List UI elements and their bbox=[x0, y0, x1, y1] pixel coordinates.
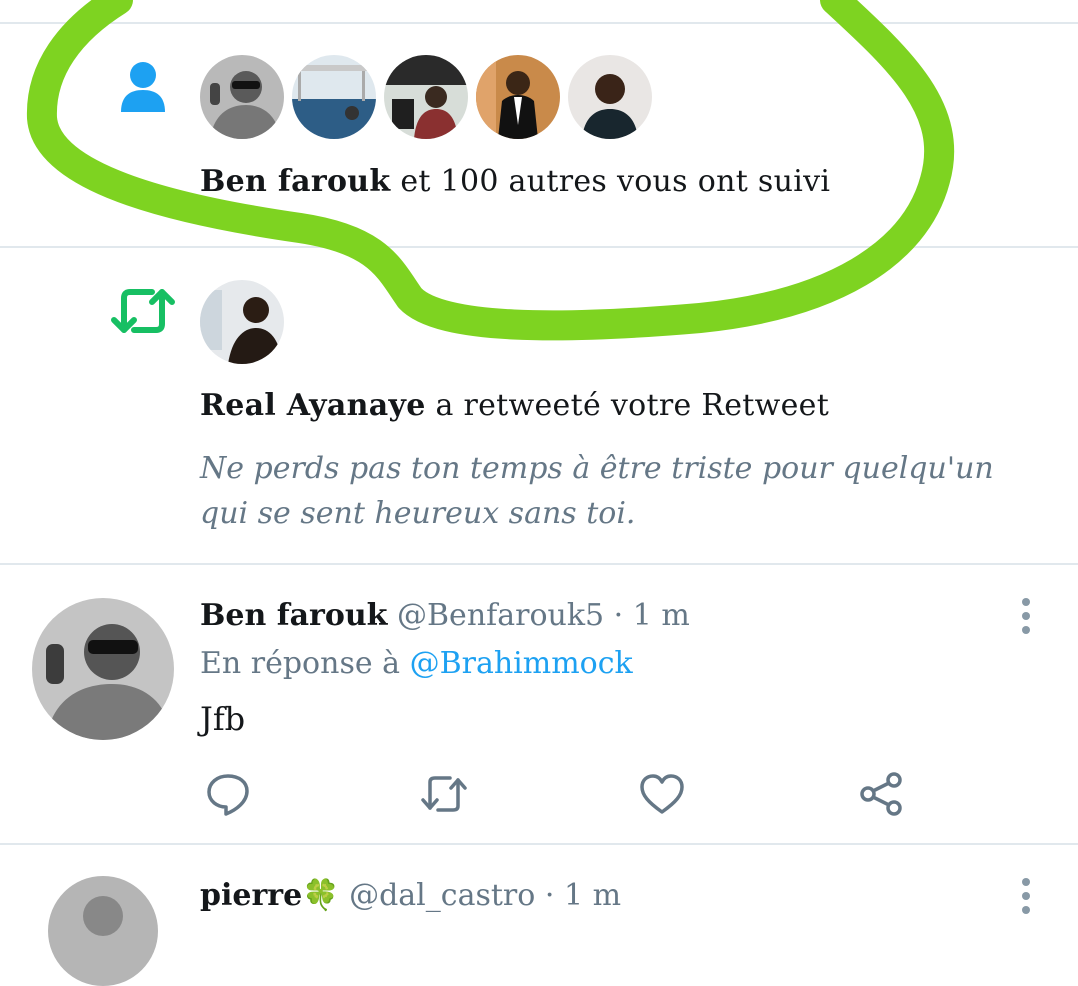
tweet-author-handle[interactable]: @Benfarouk5 bbox=[397, 598, 604, 633]
follow-message: et 100 autres vous ont suivi bbox=[400, 164, 831, 199]
reply-icon[interactable] bbox=[204, 770, 252, 818]
tweet-author-avatar[interactable] bbox=[32, 598, 174, 740]
next-tweet-header: pierre🍀 @dal_castro · 1 m bbox=[200, 878, 621, 913]
tweet-body: Jfb bbox=[200, 700, 246, 738]
divider-1 bbox=[0, 246, 1078, 248]
follower-avatar-2[interactable] bbox=[292, 55, 376, 139]
person-icon bbox=[121, 62, 165, 112]
tweet-author-name[interactable]: Ben farouk bbox=[200, 598, 387, 633]
tweet-retweet-icon[interactable] bbox=[420, 770, 468, 818]
retweet-notification-text: Real Ayanaye a retweeté votre Retweet bbox=[200, 388, 829, 423]
follower-avatar-1[interactable] bbox=[200, 55, 284, 139]
tweet-header: Ben farouk @Benfarouk5 · 1 m bbox=[200, 598, 690, 633]
retweeter-avatar[interactable] bbox=[200, 280, 284, 364]
reply-context: En réponse à @Brahimmock bbox=[200, 646, 633, 681]
divider-top bbox=[0, 22, 1078, 24]
divider-3 bbox=[0, 843, 1078, 845]
clover-emoji: 🍀 bbox=[302, 878, 340, 913]
next-tweet-time: 1 m bbox=[563, 878, 622, 913]
reply-prefix: En réponse à bbox=[200, 646, 401, 681]
tweet-more-icon[interactable] bbox=[1020, 598, 1032, 638]
follower-avatar-3[interactable] bbox=[384, 55, 468, 139]
retweet-icon bbox=[111, 289, 175, 333]
retweeted-tweet-text: Ne perds pas ton temps à être triste pou… bbox=[200, 451, 994, 531]
next-tweet-author-name[interactable]: pierre bbox=[200, 878, 302, 913]
follower-avatar-5[interactable] bbox=[568, 55, 652, 139]
divider-2 bbox=[0, 563, 1078, 565]
reply-mention-link[interactable]: @Brahimmock bbox=[410, 646, 633, 681]
next-tweet-handle[interactable]: @dal_castro bbox=[349, 878, 535, 913]
next-tweet-separator: · bbox=[544, 878, 555, 913]
next-tweet-avatar[interactable] bbox=[48, 876, 158, 986]
follow-actor-name[interactable]: Ben farouk bbox=[200, 164, 390, 199]
retweet-message: a retweeté votre Retweet bbox=[435, 388, 830, 423]
follow-notification-text: Ben farouk et 100 autres vous ont suivi bbox=[200, 164, 830, 199]
tweet-separator: · bbox=[613, 598, 624, 633]
share-icon[interactable] bbox=[858, 770, 906, 818]
like-icon[interactable] bbox=[638, 770, 686, 818]
retweet-actor-name[interactable]: Real Ayanaye bbox=[200, 388, 426, 423]
follower-avatar-4[interactable] bbox=[476, 55, 560, 139]
tweet-time: 1 m bbox=[632, 598, 690, 633]
next-tweet-more-icon[interactable] bbox=[1020, 878, 1032, 918]
